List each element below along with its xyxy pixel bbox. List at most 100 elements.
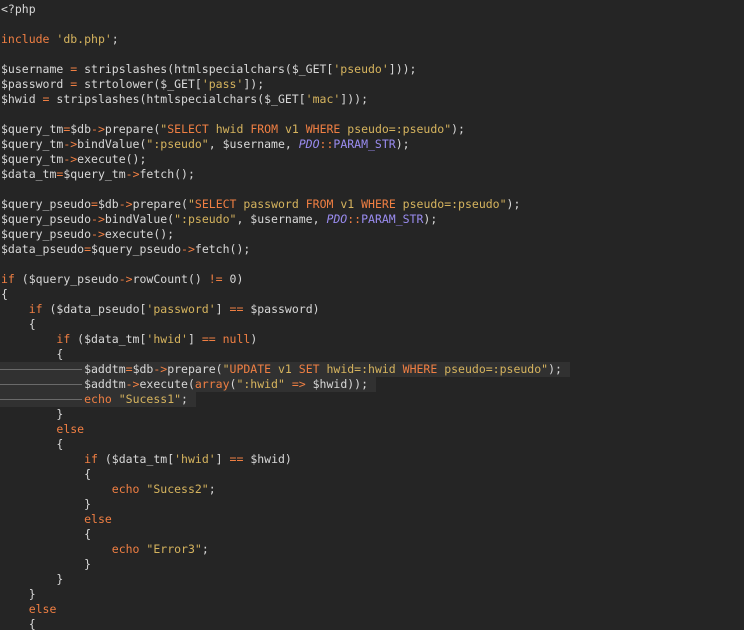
code-token: array (194, 377, 230, 391)
code-token: $data_tm (1, 167, 57, 181)
code-line[interactable]: if ($data_pseudo['password'] == $passwor… (1, 302, 320, 317)
code-token: = (84, 242, 92, 256)
code-editor[interactable]: <?php include 'db.php'; $username = strips… (0, 0, 744, 630)
code-line[interactable]: } (1, 557, 91, 572)
code-token: PDO (326, 212, 348, 226)
code-token: , $username, (208, 137, 299, 151)
code-line[interactable]: $query_pseudo=$db->prepare("SELECT passw… (1, 197, 520, 212)
code-line[interactable]: else (1, 512, 112, 527)
code-token: $addtm (1, 377, 126, 391)
code-line[interactable]: $hwid = stripslashes(htmlspecialchars($_… (1, 92, 368, 107)
code-token: = (125, 362, 133, 376)
code-token: ] (215, 302, 230, 316)
code-line[interactable]: { (1, 437, 63, 452)
code-line[interactable]: $query_pseudo->bindValue(":pseudo", $use… (1, 212, 437, 227)
code-token: ":pseudo" (174, 212, 237, 226)
code-token: $password) (243, 302, 320, 316)
code-token: pseudo=:pseudo" (395, 197, 507, 211)
code-token: hwid=:hwid (319, 362, 403, 376)
code-line[interactable]: echo "Sucess2"; (1, 482, 216, 497)
code-token: -> (91, 122, 105, 136)
code-line[interactable]: $username = stripslashes(htmlspecialchar… (1, 62, 416, 77)
code-token: ); (548, 362, 562, 376)
code-line[interactable]: $query_tm=$db->prepare("SELECT hwid FROM… (1, 122, 465, 137)
code-line[interactable]: $password = strtolower($_GET['pass']); (1, 77, 264, 92)
code-token: "Sucess2" (146, 482, 209, 496)
code-token: $data_pseudo (1, 242, 85, 256)
code-token: bindValue( (77, 137, 147, 151)
code-token: stripslashes(htmlspecialchars($_GET[ (77, 62, 334, 76)
code-token: " (187, 197, 195, 211)
code-token: ) (250, 332, 258, 346)
code-line[interactable]: { (1, 317, 36, 332)
code-token: FROM (250, 122, 279, 136)
code-token: == (201, 332, 216, 346)
code-token: <?php (1, 2, 36, 16)
code-token: if (28, 302, 43, 316)
code-token: $query_tm (1, 122, 64, 136)
code-line[interactable]: <?php (1, 2, 36, 17)
code-line[interactable]: } (1, 587, 36, 602)
code-line[interactable]: echo "Sucess1"; (1, 392, 188, 407)
code-token: rowCount() (132, 272, 209, 286)
code-token: -> (118, 197, 133, 211)
code-line[interactable]: } (1, 407, 63, 422)
code-token: { (1, 347, 64, 361)
code-token: ($query_pseudo (14, 272, 119, 286)
code-token: prepare( (104, 122, 161, 136)
code-line[interactable]: } (1, 572, 63, 587)
code-line[interactable]: if ($data_tm['hwid'] == $hwid) (1, 452, 292, 467)
code-line[interactable]: echo "Error3"; (1, 542, 209, 557)
code-token: echo (111, 542, 140, 556)
code-token: -> (91, 212, 105, 226)
code-token: $query_tm (1, 137, 64, 151)
code-line[interactable]: include 'db.php'; (1, 32, 119, 47)
code-token: ); (506, 197, 521, 211)
code-line[interactable]: { (1, 617, 36, 630)
code-line[interactable]: $addtm=$db->prepare("UPDATE v1 SET hwid=… (1, 362, 562, 377)
code-token: if (56, 332, 71, 346)
code-token: { (1, 437, 64, 451)
code-token: v1 (271, 362, 299, 376)
code-token: } (1, 407, 64, 421)
code-line[interactable]: $addtm->execute(array(":hwid" => $hwid))… (1, 377, 368, 392)
code-token: } (1, 497, 92, 511)
code-token: $password (1, 77, 71, 91)
code-line[interactable]: { (1, 467, 91, 482)
code-line[interactable]: else (1, 602, 57, 617)
code-token: $hwid) (243, 452, 292, 466)
code-line[interactable]: } (1, 497, 91, 512)
code-line[interactable]: if ($data_tm['hwid'] == null) (1, 332, 257, 347)
code-token: ); (423, 212, 438, 226)
code-token: if (84, 452, 98, 466)
code-token: ]); (243, 77, 265, 91)
code-token: -> (91, 227, 105, 241)
code-token: PARAM_STR (361, 212, 424, 226)
code-line[interactable]: if ($query_pseudo->rowCount() != 0) (1, 272, 243, 287)
code-line[interactable]: $data_pseudo=$query_pseudo->fetch(); (1, 242, 250, 257)
code-token: == (229, 452, 244, 466)
code-token: echo (111, 482, 140, 496)
code-line[interactable]: $query_tm->execute(); (1, 152, 146, 167)
code-line[interactable]: { (1, 527, 91, 542)
code-token: "Sucess1" (118, 392, 182, 406)
code-token: => (291, 377, 306, 391)
code-line[interactable]: else (1, 422, 84, 437)
code-token: { (1, 617, 36, 630)
code-line[interactable]: $data_tm=$query_tm->fetch(); (1, 167, 195, 182)
code-line[interactable]: $query_tm->bindValue(":pseudo", $usernam… (1, 137, 410, 152)
code-token: WHERE (361, 197, 396, 211)
code-token: $query_pseudo (1, 197, 92, 211)
code-token: -> (125, 377, 140, 391)
code-line[interactable]: { (1, 287, 8, 302)
code-token: 'hwid' (146, 332, 188, 346)
code-line[interactable]: { (1, 347, 63, 362)
code-line[interactable]: $query_pseudo->execute(); (1, 227, 174, 242)
code-token: execute( (139, 377, 195, 391)
